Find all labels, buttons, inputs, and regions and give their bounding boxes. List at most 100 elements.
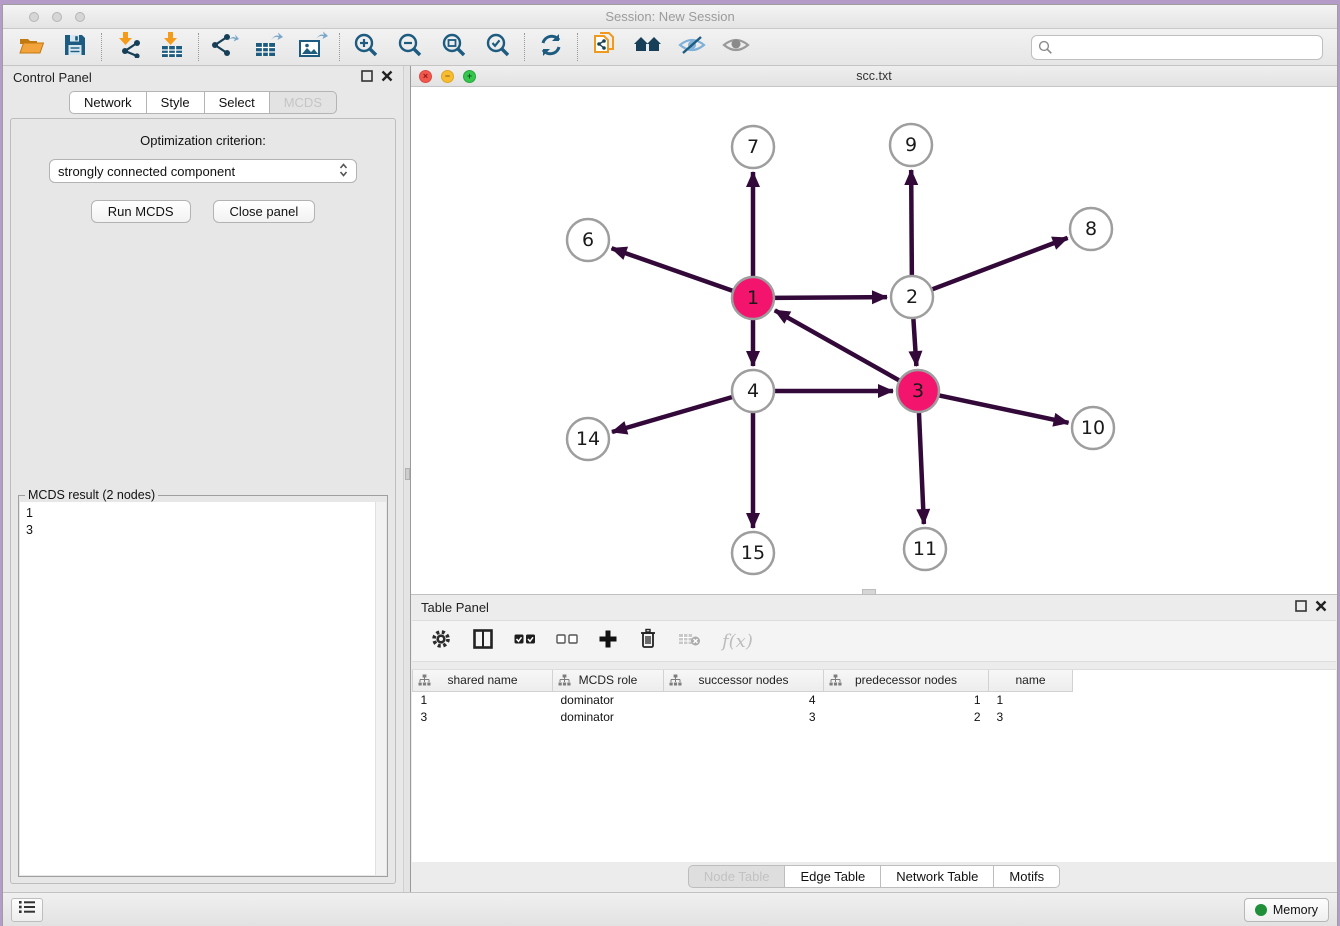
export-table-icon bbox=[254, 31, 284, 63]
export-image-icon bbox=[298, 31, 328, 63]
search-input[interactable] bbox=[1031, 35, 1323, 60]
network-graph[interactable]: 7968124314101511 bbox=[411, 87, 1340, 593]
run-mcds-button[interactable]: Run MCDS bbox=[91, 200, 191, 223]
network-canvas[interactable]: 7968124314101511 bbox=[411, 87, 1337, 594]
table-cell[interactable]: 1 bbox=[989, 691, 1073, 708]
export-network-button[interactable] bbox=[211, 33, 239, 61]
network-view-title: scc.txt bbox=[411, 69, 1337, 83]
tab-style[interactable]: Style bbox=[146, 91, 204, 114]
hide-selected-button[interactable] bbox=[678, 33, 706, 61]
graph-edge-1-2[interactable] bbox=[774, 297, 887, 298]
open-session-button[interactable] bbox=[17, 33, 45, 61]
row-filler bbox=[1073, 691, 1337, 708]
mcds-result-legend: MCDS result (2 nodes) bbox=[25, 488, 158, 502]
graph-edge-1-6[interactable] bbox=[612, 248, 734, 291]
add-column-button[interactable] bbox=[598, 629, 618, 654]
tab-motifs[interactable]: Motifs bbox=[993, 865, 1060, 888]
export-table-button[interactable] bbox=[255, 33, 283, 61]
save-session-button[interactable] bbox=[61, 33, 89, 61]
float-table-panel-icon[interactable] bbox=[1295, 599, 1307, 617]
function-builder-button[interactable]: f(x) bbox=[722, 631, 753, 652]
table-cell[interactable]: 1 bbox=[824, 691, 989, 708]
delete-column-button[interactable] bbox=[638, 628, 658, 655]
graph-edge-3-1[interactable] bbox=[775, 310, 900, 380]
vertical-splitter[interactable] bbox=[403, 66, 411, 892]
node-table: shared name MCDS role successor nodes pr… bbox=[412, 670, 1336, 725]
import-table-button[interactable] bbox=[158, 33, 186, 61]
unchecked-checkboxes-icon bbox=[556, 632, 578, 650]
graph-node-label-8: 8 bbox=[1085, 218, 1097, 240]
deselect-all-rows-button[interactable] bbox=[556, 632, 578, 650]
app-window: Session: New Session bbox=[2, 4, 1338, 926]
tab-network-table[interactable]: Network Table bbox=[880, 865, 993, 888]
table-cell[interactable]: 3 bbox=[989, 708, 1073, 725]
export-image-button[interactable] bbox=[299, 33, 327, 61]
table-delete-icon bbox=[678, 630, 702, 653]
import-network-icon bbox=[115, 31, 142, 63]
tab-node-table[interactable]: Node Table bbox=[688, 865, 785, 888]
table-cell[interactable]: 3 bbox=[413, 708, 553, 725]
select-all-rows-button[interactable] bbox=[514, 632, 536, 650]
sitemap-icon bbox=[829, 674, 842, 690]
table-cell[interactable]: dominator bbox=[553, 708, 664, 725]
graph-node-label-10: 10 bbox=[1081, 417, 1105, 439]
table-row[interactable]: 1dominator411 bbox=[413, 691, 1337, 708]
table-cell[interactable]: 3 bbox=[664, 708, 824, 725]
memory-label: Memory bbox=[1273, 903, 1318, 917]
horizontal-splitter-handle[interactable] bbox=[862, 589, 876, 595]
tab-edge-table[interactable]: Edge Table bbox=[784, 865, 880, 888]
tab-mcds[interactable]: MCDS bbox=[269, 91, 337, 114]
gear-icon bbox=[430, 628, 452, 655]
column-header-successor-nodes[interactable]: successor nodes bbox=[664, 670, 824, 691]
refresh-layout-button[interactable] bbox=[537, 33, 565, 61]
graph-edge-4-14[interactable] bbox=[612, 397, 733, 432]
clone-network-button[interactable] bbox=[590, 33, 618, 61]
table-row[interactable]: 3dominator323 bbox=[413, 708, 1337, 725]
close-panel-icon[interactable] bbox=[381, 69, 393, 87]
clone-network-icon bbox=[591, 31, 617, 64]
zoom-fit-button[interactable] bbox=[440, 33, 468, 61]
task-history-button[interactable] bbox=[11, 898, 43, 922]
memory-button[interactable]: Memory bbox=[1244, 898, 1329, 922]
optimization-criterion-select[interactable]: strongly connected component bbox=[49, 159, 357, 183]
column-header-shared-name[interactable]: shared name bbox=[413, 670, 553, 691]
graph-edge-2-9[interactable] bbox=[911, 170, 912, 276]
table-cell[interactable]: 4 bbox=[664, 691, 824, 708]
table-cell[interactable]: dominator bbox=[553, 691, 664, 708]
zoom-selected-icon bbox=[485, 32, 511, 63]
splitter-handle[interactable] bbox=[405, 468, 410, 480]
graph-node-label-14: 14 bbox=[576, 428, 600, 450]
mcds-result-item[interactable]: 1 bbox=[26, 505, 380, 522]
result-scrollbar[interactable] bbox=[375, 502, 386, 875]
table-cell[interactable]: 2 bbox=[824, 708, 989, 725]
column-header-name[interactable]: name bbox=[989, 670, 1073, 691]
zoom-out-button[interactable] bbox=[396, 33, 424, 61]
node-table-container: shared name MCDS role successor nodes pr… bbox=[412, 669, 1336, 862]
show-all-button[interactable] bbox=[722, 33, 750, 61]
mcds-result-list[interactable]: 1 3 bbox=[20, 502, 386, 875]
show-columns-button[interactable] bbox=[472, 628, 494, 655]
zoom-in-button[interactable] bbox=[352, 33, 380, 61]
graph-edge-3-11[interactable] bbox=[919, 412, 924, 524]
close-table-panel-icon[interactable] bbox=[1315, 599, 1327, 617]
delete-table-button[interactable] bbox=[678, 630, 702, 653]
zoom-in-icon bbox=[353, 32, 379, 63]
optimization-criterion-value: strongly connected component bbox=[58, 164, 235, 179]
table-cell[interactable]: 1 bbox=[413, 691, 553, 708]
column-header-mcds-role[interactable]: MCDS role bbox=[553, 670, 664, 691]
import-network-button[interactable] bbox=[114, 33, 142, 61]
tab-select[interactable]: Select bbox=[204, 91, 269, 114]
table-settings-button[interactable] bbox=[430, 628, 452, 655]
mcds-result-item[interactable]: 3 bbox=[26, 522, 380, 539]
graph-edge-2-3[interactable] bbox=[913, 318, 916, 366]
graph-edge-3-10[interactable] bbox=[939, 395, 1069, 422]
search-icon bbox=[1038, 40, 1053, 60]
float-panel-icon[interactable] bbox=[361, 69, 373, 87]
column-header-predecessor-nodes[interactable]: predecessor nodes bbox=[824, 670, 989, 691]
close-panel-button[interactable]: Close panel bbox=[213, 200, 316, 223]
graph-edge-2-8[interactable] bbox=[932, 238, 1068, 290]
zoom-selected-button[interactable] bbox=[484, 33, 512, 61]
tab-network[interactable]: Network bbox=[69, 91, 146, 114]
row-filler bbox=[1073, 708, 1337, 725]
first-neighbors-button[interactable] bbox=[634, 33, 662, 61]
